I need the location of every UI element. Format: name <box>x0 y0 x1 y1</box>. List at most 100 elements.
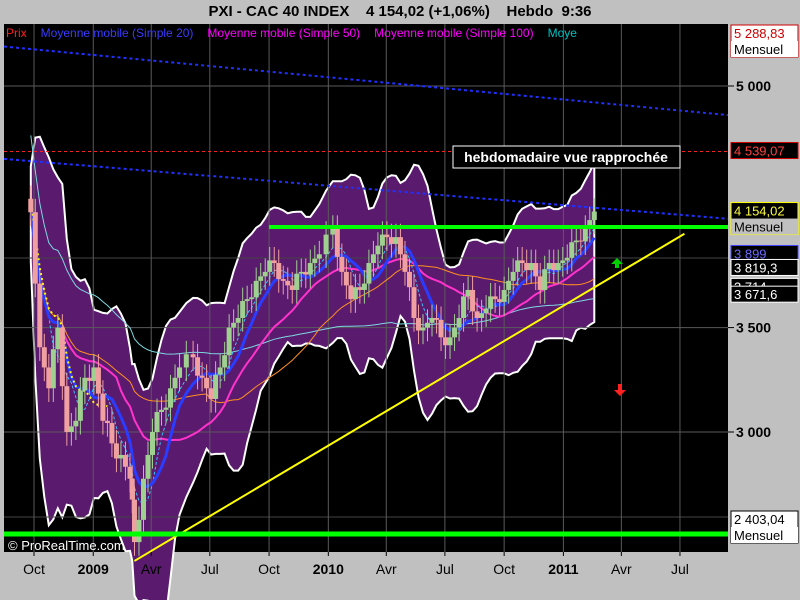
candle-body[interactable] <box>388 237 394 244</box>
candle-body[interactable] <box>370 254 376 264</box>
candle-body[interactable] <box>240 301 246 318</box>
candle-body[interactable] <box>415 317 421 331</box>
candle-body[interactable] <box>68 426 74 432</box>
candle-body[interactable] <box>127 466 133 479</box>
candle-body[interactable] <box>168 388 174 408</box>
candle-body[interactable] <box>172 377 178 389</box>
candle-body[interactable] <box>501 289 507 302</box>
candle-body[interactable] <box>519 260 525 264</box>
candle-body[interactable] <box>551 263 557 271</box>
candle-body[interactable] <box>159 409 165 412</box>
candle-body[interactable] <box>542 269 548 290</box>
candle-body[interactable] <box>384 234 390 238</box>
candle-body[interactable] <box>510 271 516 281</box>
candle-body[interactable] <box>461 296 467 318</box>
candle-body[interactable] <box>379 234 385 246</box>
candle-body[interactable] <box>249 297 255 300</box>
candle-body[interactable] <box>140 478 146 520</box>
candle-body[interactable] <box>434 317 440 320</box>
candle-body[interactable] <box>276 263 282 280</box>
candle-body[interactable] <box>429 317 435 323</box>
candle-body[interactable] <box>231 322 237 328</box>
candle-body[interactable] <box>420 327 426 331</box>
candle-body[interactable] <box>32 212 38 284</box>
candle-body[interactable] <box>393 237 399 244</box>
candle-body[interactable] <box>109 423 115 444</box>
candle-body[interactable] <box>578 240 584 242</box>
candle-body[interactable] <box>506 280 512 290</box>
candle-body[interactable] <box>515 260 521 272</box>
candle-body[interactable] <box>348 285 354 300</box>
candle-body[interactable] <box>343 271 349 286</box>
candle-body[interactable] <box>267 260 273 272</box>
candle-body[interactable] <box>86 377 92 381</box>
candle-body[interactable] <box>95 367 101 394</box>
candle-body[interactable] <box>524 263 530 271</box>
candle-body[interactable] <box>73 420 79 427</box>
candle-body[interactable] <box>438 319 444 338</box>
candle-body[interactable] <box>334 228 340 257</box>
candle-body[interactable] <box>50 349 56 389</box>
candle-body[interactable] <box>479 313 485 318</box>
candle-body[interactable] <box>560 260 566 264</box>
candle-body[interactable] <box>564 257 570 261</box>
candle-body[interactable] <box>330 228 336 235</box>
candle-body[interactable] <box>213 374 219 399</box>
candle-body[interactable] <box>253 280 259 298</box>
candle-body[interactable] <box>352 287 358 300</box>
candle-body[interactable] <box>183 354 189 368</box>
candle-body[interactable] <box>456 317 462 328</box>
chart-canvas[interactable]: hebdomadaire vue rapprochée Prix Moyenne … <box>0 0 800 600</box>
candle-body[interactable] <box>37 283 43 348</box>
candle-body[interactable] <box>533 263 539 277</box>
candle-body[interactable] <box>294 273 300 290</box>
candle-body[interactable] <box>129 478 135 500</box>
candle-body[interactable] <box>361 283 367 290</box>
candle-body[interactable] <box>204 377 210 389</box>
candle-body[interactable] <box>244 299 250 302</box>
candle-body[interactable] <box>150 432 156 455</box>
candle-body[interactable] <box>28 198 34 213</box>
candle-body[interactable] <box>289 285 295 290</box>
candle-body[interactable] <box>226 327 232 356</box>
candle-body[interactable] <box>122 454 128 467</box>
candle-body[interactable] <box>528 263 534 271</box>
candle-body[interactable] <box>465 289 471 297</box>
candle-body[interactable] <box>492 296 498 300</box>
candle-body[interactable] <box>323 234 329 255</box>
candle-body[interactable] <box>406 271 412 288</box>
candle-body[interactable] <box>474 311 480 318</box>
candle-body[interactable] <box>199 375 205 378</box>
candle-body[interactable] <box>222 355 228 368</box>
candle-body[interactable] <box>41 347 47 368</box>
candle-body[interactable] <box>280 279 286 281</box>
candle-body[interactable] <box>163 407 169 410</box>
candle-body[interactable] <box>77 390 83 421</box>
candle-body[interactable] <box>470 289 476 312</box>
candle-body[interactable] <box>443 337 449 346</box>
candle-body[interactable] <box>91 367 97 381</box>
candle-body[interactable] <box>208 388 214 399</box>
candle-body[interactable] <box>546 263 552 270</box>
candle-body[interactable] <box>425 322 431 328</box>
candle-body[interactable] <box>271 260 277 264</box>
candle-body[interactable] <box>483 308 489 314</box>
candle-body[interactable] <box>258 276 264 281</box>
candle-body[interactable] <box>145 454 151 479</box>
candle-body[interactable] <box>411 287 417 318</box>
candle-body[interactable] <box>262 271 268 277</box>
candle-body[interactable] <box>59 327 65 387</box>
candle-body[interactable] <box>573 240 579 243</box>
candle-body[interactable] <box>555 263 561 271</box>
candle-body[interactable] <box>104 420 110 424</box>
candle-body[interactable] <box>312 258 318 264</box>
candle-body[interactable] <box>569 242 575 258</box>
annotation-box[interactable]: hebdomadaire vue rapprochée <box>452 145 681 169</box>
candle-body[interactable] <box>285 280 291 286</box>
candle-body[interactable] <box>64 386 70 432</box>
candle-body[interactable] <box>195 357 201 376</box>
candle-body[interactable] <box>46 367 52 389</box>
candle-body[interactable] <box>307 263 313 275</box>
candle-body[interactable] <box>235 317 241 323</box>
candle-body[interactable] <box>582 228 588 242</box>
